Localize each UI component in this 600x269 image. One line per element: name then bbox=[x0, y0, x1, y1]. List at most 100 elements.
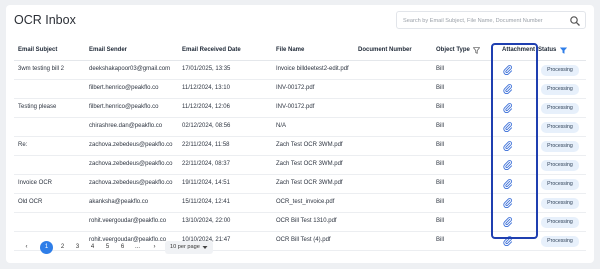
table-row[interactable]: rohit.veergoudar@peakflo.co 13/10/2024, 2… bbox=[14, 213, 586, 232]
row-email-received-date: 15/11/2024, 12:41 bbox=[182, 199, 230, 205]
page-title: OCR Inbox bbox=[14, 13, 76, 27]
row-object-type: Bill bbox=[436, 142, 445, 148]
header-email-received-date[interactable]: Email Received Date bbox=[182, 47, 241, 53]
row-file-name: OCR_test_invoice.pdf bbox=[276, 199, 335, 205]
row-email-subject: Testing please bbox=[18, 104, 57, 110]
row-email-received-date: 11/12/2024, 13:10 bbox=[182, 85, 230, 91]
status-filter-icon[interactable] bbox=[560, 47, 567, 54]
row-email-received-date: 22/11/2024, 08:37 bbox=[182, 161, 230, 167]
table-row[interactable]: filbert.henrico@peakflo.co 11/12/2024, 13… bbox=[14, 80, 586, 99]
row-object-type: Bill bbox=[436, 237, 445, 243]
object-type-filter-icon[interactable] bbox=[473, 47, 480, 54]
status-badge: Processing bbox=[541, 217, 579, 228]
row-email-sender: zachova.zebedeus@peakflo.co bbox=[89, 142, 173, 148]
ocr-inbox-card: OCR Inbox Email Subject Email Sender Ema… bbox=[6, 5, 594, 263]
table-row[interactable]: Testing please filbert.henrico@peakflo.co… bbox=[14, 99, 586, 118]
row-object-type: Bill bbox=[436, 161, 445, 167]
page-button-3[interactable]: 3 bbox=[71, 241, 84, 254]
row-file-name: N/A bbox=[276, 123, 287, 129]
status-badge: Processing bbox=[541, 160, 579, 171]
table-row[interactable]: zachova.zebedeus@peakflo.co 22/11/2024, 0… bbox=[14, 156, 586, 175]
row-email-subject: Old OCR bbox=[18, 199, 43, 205]
status-badge: Processing bbox=[541, 198, 579, 209]
pagination: ‹ 1 2 3 4 5 6 ... › 10 per page bbox=[20, 241, 320, 255]
status-badge: Processing bbox=[541, 179, 579, 190]
row-email-subject: Invoice OCR bbox=[18, 180, 53, 186]
paperclip-icon[interactable] bbox=[503, 141, 513, 151]
header-email-subject[interactable]: Email Subject bbox=[18, 47, 57, 53]
status-badge: Processing bbox=[541, 236, 579, 247]
page-button-5[interactable]: 5 bbox=[101, 241, 114, 254]
table-body: 3wm testing bill 2 deekshakapoor03@gmail.… bbox=[14, 61, 586, 251]
page-button-4[interactable]: 4 bbox=[86, 241, 99, 254]
header-attachment[interactable]: Attachment bbox=[502, 47, 535, 53]
table-row[interactable]: Re: zachova.zebedeus@peakflo.co 22/11/2024… bbox=[14, 137, 586, 156]
table-row[interactable]: Invoice OCR zachova.zebedeus@peakflo.co 19… bbox=[14, 175, 586, 194]
chevron-down-icon bbox=[202, 246, 208, 249]
row-file-name: OCR Bill Test 1310.pdf bbox=[276, 218, 337, 224]
row-email-received-date: 02/12/2024, 08:56 bbox=[182, 123, 231, 129]
header-email-sender[interactable]: Email Sender bbox=[89, 47, 127, 53]
paperclip-icon[interactable] bbox=[503, 103, 513, 113]
row-email-subject: Re: bbox=[18, 142, 28, 148]
table-header: Email Subject Email Sender Email Receive… bbox=[14, 41, 586, 61]
row-object-type: Bill bbox=[436, 180, 445, 186]
page-button-1[interactable]: 1 bbox=[40, 241, 53, 254]
row-file-name: Zach Test OCR 3WM.pdf bbox=[276, 180, 343, 186]
next-page-button[interactable]: › bbox=[148, 241, 161, 254]
row-email-received-date: 11/12/2024, 12:06 bbox=[182, 104, 230, 110]
row-object-type: Bill bbox=[436, 104, 445, 110]
row-email-sender: filbert.henrico@peakflo.co bbox=[89, 85, 159, 91]
paperclip-icon[interactable] bbox=[503, 236, 513, 246]
row-email-sender: zachova.zebedeus@peakflo.co bbox=[89, 161, 173, 167]
page-ellipsis: ... bbox=[134, 244, 140, 250]
header-file-name[interactable]: File Name bbox=[276, 47, 304, 53]
status-badge: Processing bbox=[541, 141, 579, 152]
header-document-number[interactable]: Document Number bbox=[358, 47, 412, 53]
table-row[interactable]: chirashree.dan@peakflo.co 02/12/2024, 08:… bbox=[14, 118, 586, 137]
row-email-received-date: 17/01/2025, 13:35 bbox=[182, 66, 231, 72]
row-email-received-date: 19/11/2024, 14:51 bbox=[182, 180, 230, 186]
page-button-2[interactable]: 2 bbox=[56, 241, 69, 254]
row-file-name: INV-00172.pdf bbox=[276, 104, 315, 110]
paperclip-icon[interactable] bbox=[503, 217, 513, 227]
row-file-name: Zach Test OCR 3WM.pdf bbox=[276, 142, 343, 148]
paperclip-icon[interactable] bbox=[503, 179, 513, 189]
row-email-subject: 3wm testing bill 2 bbox=[18, 66, 65, 72]
table-row[interactable]: 3wm testing bill 2 deekshakapoor03@gmail.… bbox=[14, 61, 586, 80]
row-email-sender: chirashree.dan@peakflo.co bbox=[89, 123, 163, 129]
row-object-type: Bill bbox=[436, 123, 445, 129]
paperclip-icon[interactable] bbox=[503, 198, 513, 208]
search-icon[interactable] bbox=[569, 15, 581, 27]
header-status[interactable]: Status bbox=[538, 47, 556, 53]
row-file-name: Invoice billdeetest2-edit.pdf bbox=[276, 66, 349, 72]
status-badge: Processing bbox=[541, 103, 579, 114]
row-object-type: Bill bbox=[436, 218, 445, 224]
paperclip-icon[interactable] bbox=[503, 160, 513, 170]
row-email-sender: zachova.zebedeus@peakflo.co bbox=[89, 180, 173, 186]
row-object-type: Bill bbox=[436, 199, 445, 205]
page-button-6[interactable]: 6 bbox=[116, 241, 129, 254]
row-object-type: Bill bbox=[436, 85, 445, 91]
status-badge: Processing bbox=[541, 65, 579, 76]
row-email-received-date: 22/11/2024, 11:58 bbox=[182, 142, 230, 148]
row-email-sender: akanksha@peakflo.co bbox=[89, 199, 149, 205]
ocr-table: Email Subject Email Sender Email Receive… bbox=[14, 41, 586, 251]
row-email-sender: deekshakapoor03@gmail.com bbox=[89, 66, 171, 72]
table-row[interactable]: Old OCR akanksha@peakflo.co 15/11/2024, 12… bbox=[14, 194, 586, 213]
prev-page-button[interactable]: ‹ bbox=[20, 241, 33, 254]
per-page-label: 10 per page bbox=[170, 244, 200, 250]
paperclip-icon[interactable] bbox=[503, 84, 513, 94]
row-email-sender: filbert.henrico@peakflo.co bbox=[89, 104, 159, 110]
search-box[interactable] bbox=[396, 11, 586, 29]
per-page-select[interactable]: 10 per page bbox=[165, 241, 213, 254]
row-email-received-date: 13/10/2024, 22:00 bbox=[182, 218, 231, 224]
search-input[interactable] bbox=[403, 14, 563, 27]
row-object-type: Bill bbox=[436, 66, 445, 72]
row-file-name: INV-00172.pdf bbox=[276, 85, 315, 91]
header-object-type[interactable]: Object Type bbox=[436, 47, 470, 53]
status-badge: Processing bbox=[541, 84, 579, 95]
paperclip-icon[interactable] bbox=[503, 65, 513, 75]
row-email-sender: rohit.veergoudar@peakflo.co bbox=[89, 218, 167, 224]
paperclip-icon[interactable] bbox=[503, 122, 513, 132]
